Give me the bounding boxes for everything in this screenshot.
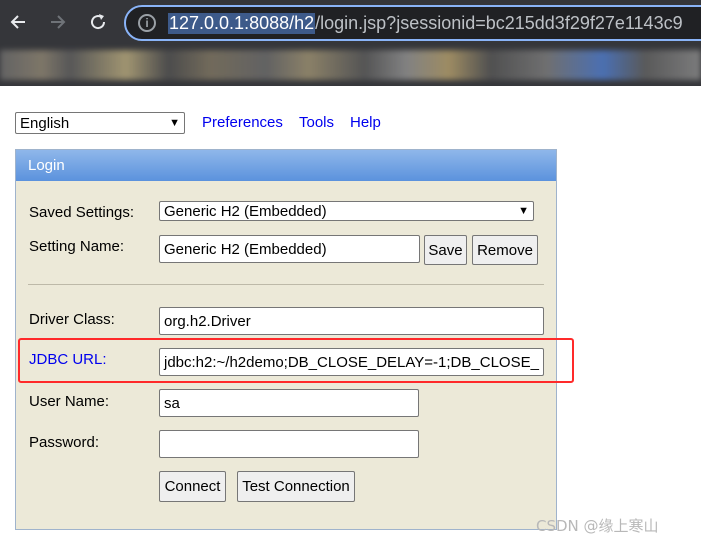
user-name-input[interactable]: sa	[159, 389, 419, 417]
user-name-label: User Name:	[29, 393, 110, 410]
info-icon[interactable]: i	[138, 14, 156, 32]
address-bar[interactable]: i 127.0.0.1:8088/h2/login.jsp?jsessionid…	[124, 5, 701, 41]
help-link[interactable]: Help	[350, 114, 381, 131]
browser-toolbar: i 127.0.0.1:8088/h2/login.jsp?jsessionid…	[0, 0, 701, 44]
remove-button[interactable]: Remove	[472, 235, 538, 265]
forward-button[interactable]	[44, 8, 72, 36]
saved-settings-select[interactable]: Generic H2 (Embedded) ▼	[159, 201, 534, 221]
jdbc-url-input[interactable]: jdbc:h2:~/h2demo;DB_CLOSE_DELAY=-1;DB_CL…	[159, 348, 544, 376]
reload-icon	[91, 14, 106, 30]
url-host: 127.0.0.1:8088/h2	[168, 12, 316, 34]
driver-class-label: Driver Class:	[29, 311, 115, 328]
setting-name-input[interactable]: Generic H2 (Embedded)	[159, 235, 420, 263]
section-divider	[28, 284, 544, 285]
back-button[interactable]	[4, 8, 32, 36]
saved-settings-label: Saved Settings:	[29, 204, 135, 221]
url-path: /login.jsp?jsessionid=bc215dd3f29f27e114…	[315, 12, 683, 33]
test-connection-button[interactable]: Test Connection	[237, 471, 355, 502]
password-label: Password:	[29, 434, 100, 451]
reload-button[interactable]	[84, 8, 112, 36]
chevron-down-icon: ▼	[169, 117, 180, 129]
jdbc-url-label[interactable]: JDBC URL:	[29, 351, 107, 368]
bookmarks-bar	[0, 44, 701, 86]
tools-link[interactable]: Tools	[299, 114, 334, 131]
setting-name-label: Setting Name:	[29, 238, 125, 255]
preferences-link[interactable]: Preferences	[202, 114, 283, 131]
saved-settings-value: Generic H2 (Embedded)	[164, 202, 327, 220]
password-input[interactable]	[159, 430, 419, 458]
login-header: Login	[16, 150, 556, 181]
driver-class-input[interactable]: org.h2.Driver	[159, 307, 544, 335]
watermark: CSDN @缘上寒山	[536, 517, 659, 535]
save-button[interactable]: Save	[424, 235, 467, 265]
language-value: English	[20, 114, 70, 132]
arrow-right-icon	[51, 15, 66, 29]
connect-button[interactable]: Connect	[159, 471, 226, 502]
blurred-bookmarks	[0, 50, 701, 80]
chevron-down-icon: ▼	[518, 205, 529, 217]
language-select[interactable]: English ▼	[15, 112, 185, 134]
login-panel: Login Saved Settings: Generic H2 (Embedd…	[15, 149, 557, 530]
arrow-left-icon	[10, 15, 25, 29]
